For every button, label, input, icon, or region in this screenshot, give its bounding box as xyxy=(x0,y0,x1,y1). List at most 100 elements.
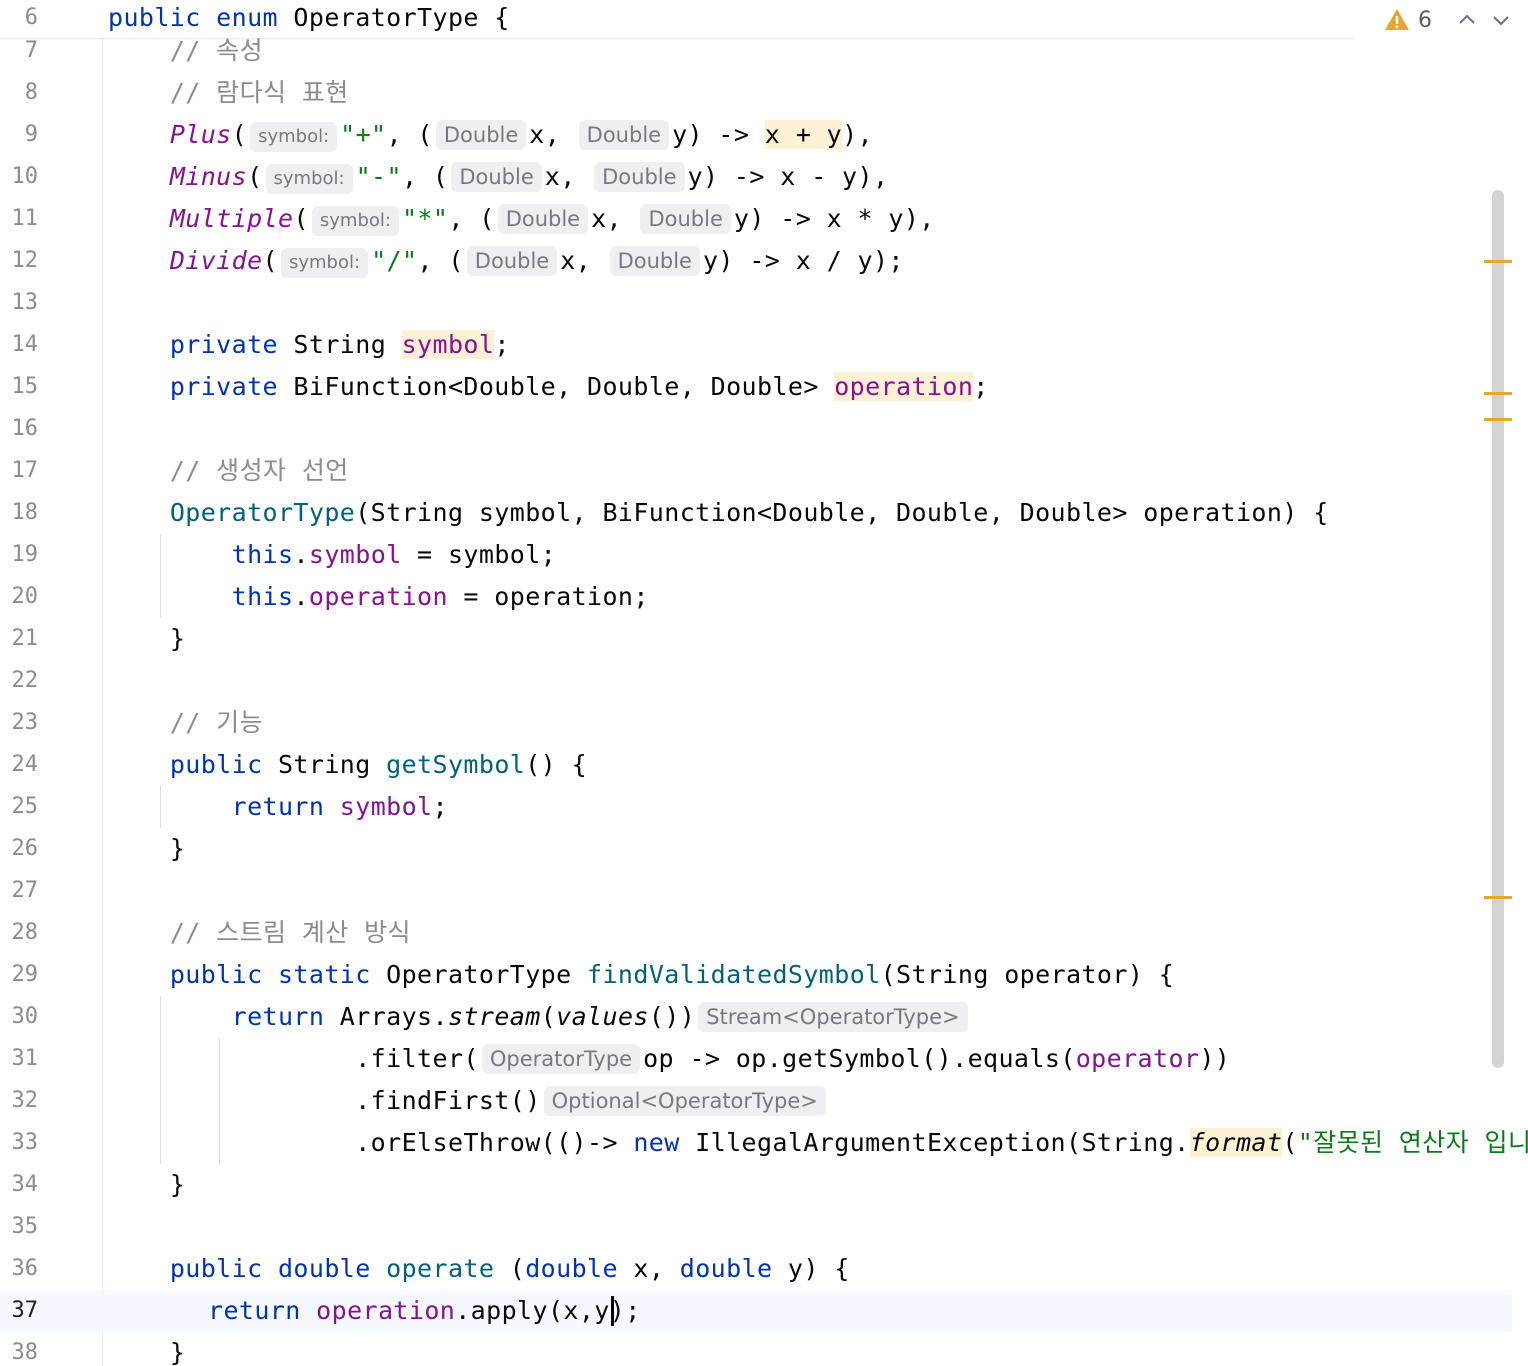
warning-marker[interactable] xyxy=(1484,418,1512,421)
line-number: 15 xyxy=(11,374,39,399)
code-text: private BiFunction<Double, Double, Doubl… xyxy=(169,372,989,401)
text-caret xyxy=(611,1296,614,1326)
warning-marker[interactable] xyxy=(1484,896,1512,899)
parameter-hint: symbol: xyxy=(250,122,338,152)
vertical-scrollbar-thumb[interactable] xyxy=(1492,190,1504,1068)
code-line[interactable]: 28 // 스트림 계산 방식 xyxy=(0,912,1512,954)
type-hint: Double xyxy=(594,162,685,192)
type-hint: Double xyxy=(435,120,527,150)
parameter-hint: symbol: xyxy=(265,164,353,194)
line-number: 8 xyxy=(24,80,38,105)
type-hint: Double xyxy=(497,204,589,234)
code-line[interactable]: 20 this.operation = operation; xyxy=(0,576,1512,618)
code-line[interactable]: 34 } xyxy=(0,1164,1512,1206)
code-text: private String symbol; xyxy=(169,330,510,359)
code-line[interactable]: 24 public String getSymbol() { xyxy=(0,744,1512,786)
warning-marker[interactable] xyxy=(1484,260,1512,263)
code-line[interactable]: 26 } xyxy=(0,828,1512,870)
code-text: .filter(OperatorType op -> op.getSymbol()… xyxy=(355,1044,1231,1074)
code-line[interactable]: 27 xyxy=(0,870,1512,912)
chevron-down-icon[interactable] xyxy=(1488,7,1514,33)
code-line[interactable]: 22 xyxy=(0,660,1512,702)
code-line[interactable]: 35 xyxy=(0,1206,1512,1248)
parameter-hint: symbol: xyxy=(280,248,369,278)
type-hint: Double xyxy=(466,246,558,276)
code-line[interactable]: 9 Plus(symbol: "+", (Double x, Double y) ->… xyxy=(0,114,1512,156)
code-text: public enum OperatorType { xyxy=(108,3,510,32)
chain-type-hint: Stream<OperatorType> xyxy=(698,1002,968,1032)
line-number: 24 xyxy=(11,752,39,777)
code-line[interactable]: 18 OperatorType(String symbol, BiFunctio… xyxy=(0,492,1512,534)
code-line[interactable]: 25 return symbol; xyxy=(0,786,1512,828)
code-line[interactable]: 19 this.symbol = symbol; xyxy=(0,534,1512,576)
current-code-line[interactable]: 37 return operation.apply(x,y); xyxy=(0,1290,1512,1332)
line-number: 28 xyxy=(11,920,39,945)
code-text: return symbol; xyxy=(231,792,448,821)
line-number: 31 xyxy=(11,1046,39,1071)
code-line[interactable]: 38 } xyxy=(0,1332,1512,1366)
code-text: Multiple(symbol: "*", (Double x, Double y) … xyxy=(108,198,935,240)
code-editor[interactable]: 6 public enum OperatorType { 6 7 // 속성 8… xyxy=(0,0,1528,1366)
line-number: 26 xyxy=(11,836,39,861)
line-number: 9 xyxy=(24,122,38,147)
code-text: // 기능 xyxy=(169,708,263,737)
code-line[interactable]: 21 } xyxy=(0,618,1512,660)
code-text: } xyxy=(169,1338,186,1366)
code-text: public String getSymbol() { xyxy=(169,750,588,779)
code-text: // 스트림 계산 방식 xyxy=(169,918,411,947)
line-number: 17 xyxy=(11,458,39,483)
inspection-widget[interactable]: 6 xyxy=(1354,0,1514,40)
line-number: 22 xyxy=(11,668,39,693)
type-hint: OperatorType xyxy=(481,1044,641,1074)
code-line[interactable]: 17 // 생성자 선언 xyxy=(0,450,1512,492)
line-number: 34 xyxy=(11,1172,39,1197)
code-line[interactable]: 13 xyxy=(0,282,1512,324)
type-hint: Double xyxy=(578,120,670,150)
code-line[interactable]: 11 Multiple(symbol: "*", (Double x, Double… xyxy=(0,198,1512,240)
code-line[interactable]: 8 // 람다식 표현 xyxy=(0,72,1512,114)
warning-icon[interactable] xyxy=(1384,7,1410,33)
code-line[interactable]: 14 private String symbol; xyxy=(0,324,1512,366)
code-line[interactable]: 36 public double operate (double x, doub… xyxy=(0,1248,1512,1290)
code-text: this.symbol = symbol; xyxy=(231,540,557,569)
line-number: 32 xyxy=(11,1088,39,1113)
code-text: Plus(symbol: "+", (Double x, Double y) -> x… xyxy=(108,114,873,156)
line-number: 14 xyxy=(11,332,39,357)
line-number: 20 xyxy=(11,584,39,609)
line-number: 25 xyxy=(11,794,39,819)
line-number: 33 xyxy=(11,1130,39,1155)
line-number: 10 xyxy=(11,164,39,189)
code-line[interactable]: 32 .findFirst() Optional<OperatorType> xyxy=(0,1080,1512,1122)
warning-count: 6 xyxy=(1418,7,1432,33)
code-text: return Arrays.stream(values()) Stream<Ope… xyxy=(108,996,971,1038)
warning-marker[interactable] xyxy=(1484,392,1512,395)
line-number: 36 xyxy=(11,1256,39,1281)
code-text: .findFirst() Optional<OperatorType> xyxy=(108,1080,829,1122)
code-line[interactable]: 15 private BiFunction<Double, Double, Do… xyxy=(0,366,1512,408)
sticky-header-line[interactable]: 6 public enum OperatorType { xyxy=(0,0,1512,38)
line-number: 19 xyxy=(11,542,39,567)
chain-type-hint: Optional<OperatorType> xyxy=(543,1086,826,1116)
code-text: public static OperatorType findValidated… xyxy=(169,960,1175,989)
code-text: OperatorType(String symbol, BiFunction<D… xyxy=(169,498,1329,527)
code-line[interactable]: 30 return Arrays.stream(values()) Stream<… xyxy=(0,996,1512,1038)
code-line[interactable]: 12 Divide(symbol: "/", (Double x, Double y)… xyxy=(0,240,1512,282)
code-line[interactable]: 31 .filter(OperatorType op -> op.getSymbo… xyxy=(0,1038,1512,1080)
chevron-up-icon[interactable] xyxy=(1454,7,1480,33)
code-text: .orElseThrow(()-> new IllegalArgumentExc… xyxy=(355,1128,1528,1157)
code-text: } xyxy=(169,1170,186,1199)
code-text: Minus(symbol: "-", (Double x, Double y) -> … xyxy=(108,156,888,198)
line-number: 11 xyxy=(11,206,39,231)
code-line[interactable]: 29 public static OperatorType findValida… xyxy=(0,954,1512,996)
code-line[interactable]: 16 xyxy=(0,408,1512,450)
code-line[interactable]: 23 // 기능 xyxy=(0,702,1512,744)
code-line[interactable]: 33 .orElseThrow(()-> new IllegalArgument… xyxy=(0,1122,1528,1164)
line-number: 18 xyxy=(11,500,39,525)
parameter-hint: symbol: xyxy=(311,206,399,236)
code-line[interactable]: 10 Minus(symbol: "-", (Double x, Double y) … xyxy=(0,156,1512,198)
line-number: 23 xyxy=(11,710,39,735)
code-text: // 생성자 선언 xyxy=(169,456,349,485)
line-number: 6 xyxy=(24,5,38,30)
code-text: Divide(symbol: "/", (Double x, Double y) ->… xyxy=(108,240,904,282)
line-number: 12 xyxy=(11,248,39,273)
